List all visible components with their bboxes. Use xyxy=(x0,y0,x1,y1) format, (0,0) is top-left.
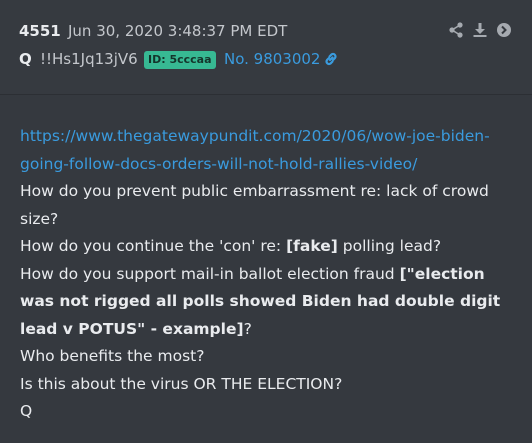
post-actions xyxy=(448,22,512,38)
post-date: Jun 30, 2020 3:48:37 PM EDT xyxy=(68,22,288,40)
post-card: 4551 Jun 30, 2020 3:48:37 PM EDT Q !!Hs1… xyxy=(0,0,532,443)
poster-name: Q xyxy=(19,50,32,68)
id-badge[interactable]: ID: 5cccaa xyxy=(144,51,216,69)
share-icon[interactable] xyxy=(448,22,464,38)
body-line: How do you support mail-in ballot electi… xyxy=(20,264,501,338)
post-number: 4551 xyxy=(19,22,61,40)
arrow-right-icon[interactable] xyxy=(496,22,512,38)
post-header: 4551 Jun 30, 2020 3:48:37 PM EDT Q !!Hs1… xyxy=(0,0,532,95)
post-body: https://www.thegatewaypundit.com/2020/06… xyxy=(20,123,520,426)
link-icon[interactable] xyxy=(323,51,339,71)
body-line: Who benefits the most? xyxy=(20,347,205,365)
post-number-link[interactable]: No. 9803002 xyxy=(224,50,320,68)
body-line: How do you continue the 'con' re: [fake]… xyxy=(20,237,442,255)
tripcode: !!Hs1Jq13jV6 xyxy=(40,50,138,68)
signoff: Q xyxy=(20,402,33,420)
body-line: Is this about the virus OR THE ELECTION? xyxy=(20,374,343,393)
article-link[interactable]: https://www.thegatewaypundit.com/2020/06… xyxy=(20,123,520,178)
download-icon[interactable] xyxy=(472,22,488,38)
body-line: How do you prevent public embarrassment … xyxy=(20,182,489,228)
